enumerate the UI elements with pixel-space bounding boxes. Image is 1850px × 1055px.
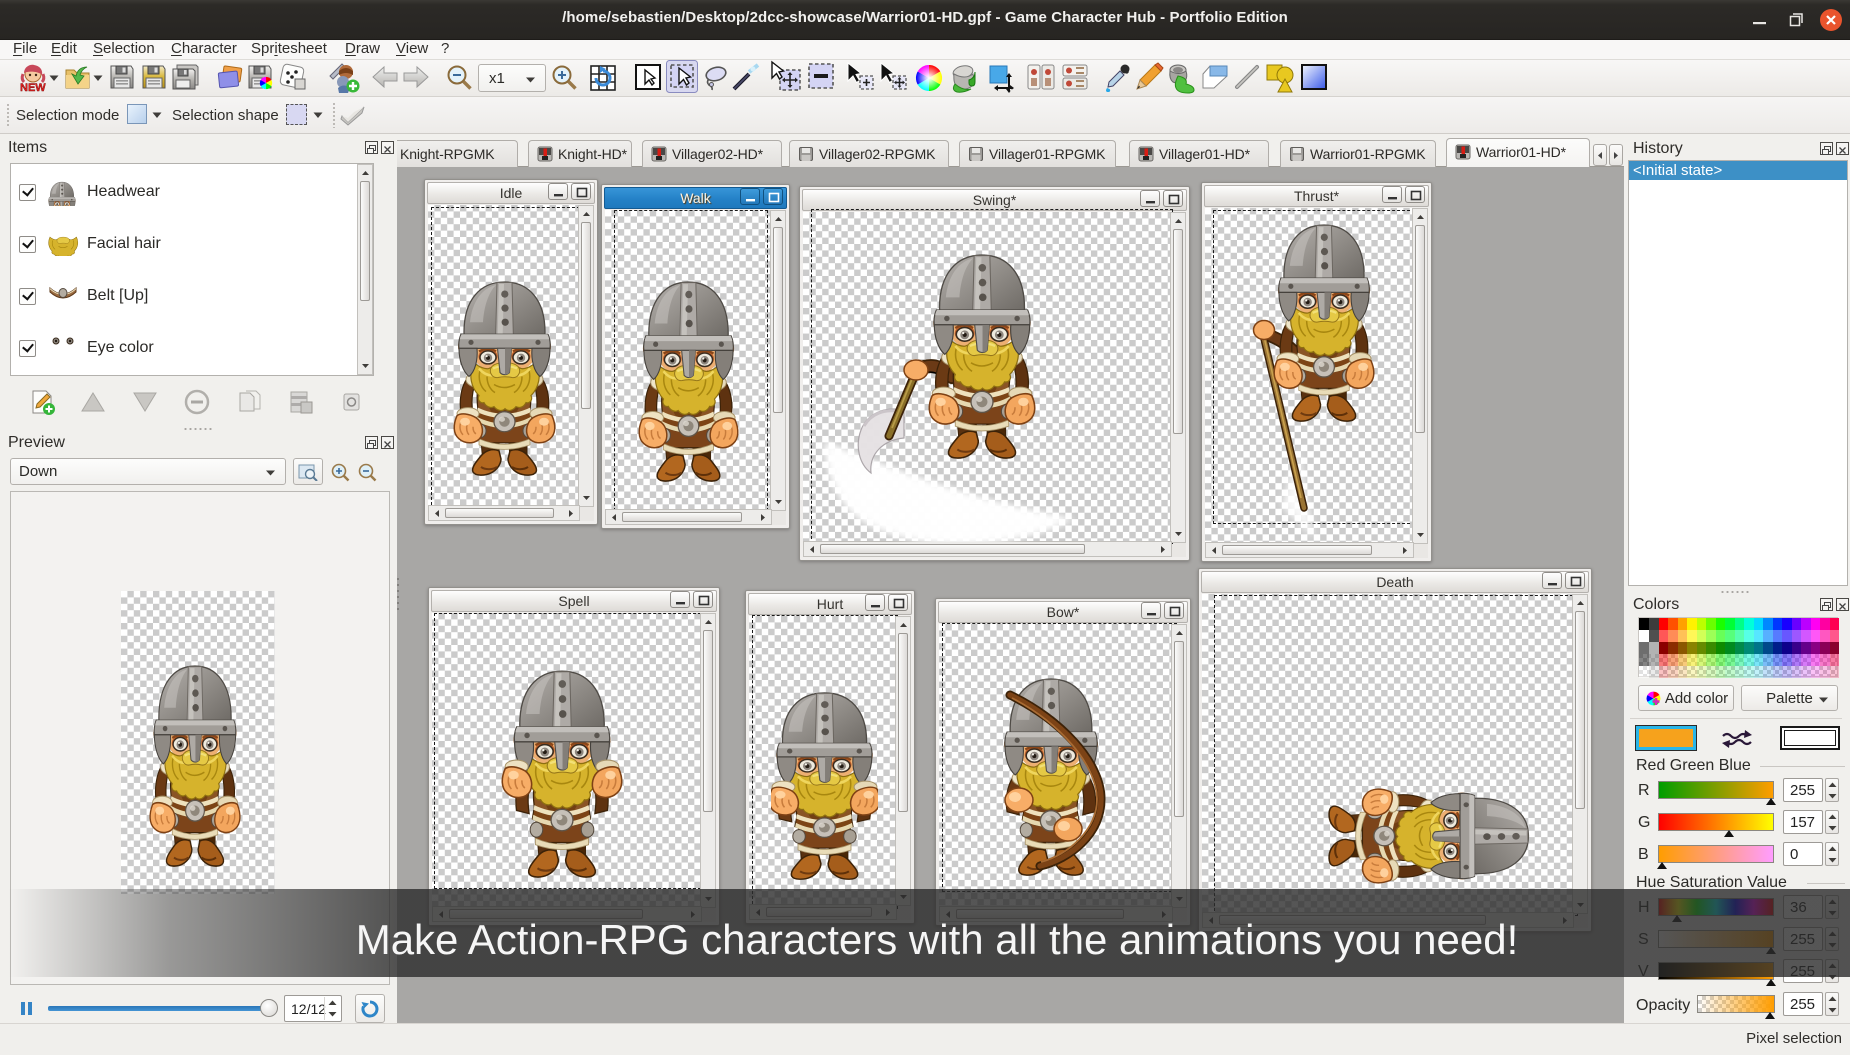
svg-text:NEW: NEW [20, 82, 46, 93]
